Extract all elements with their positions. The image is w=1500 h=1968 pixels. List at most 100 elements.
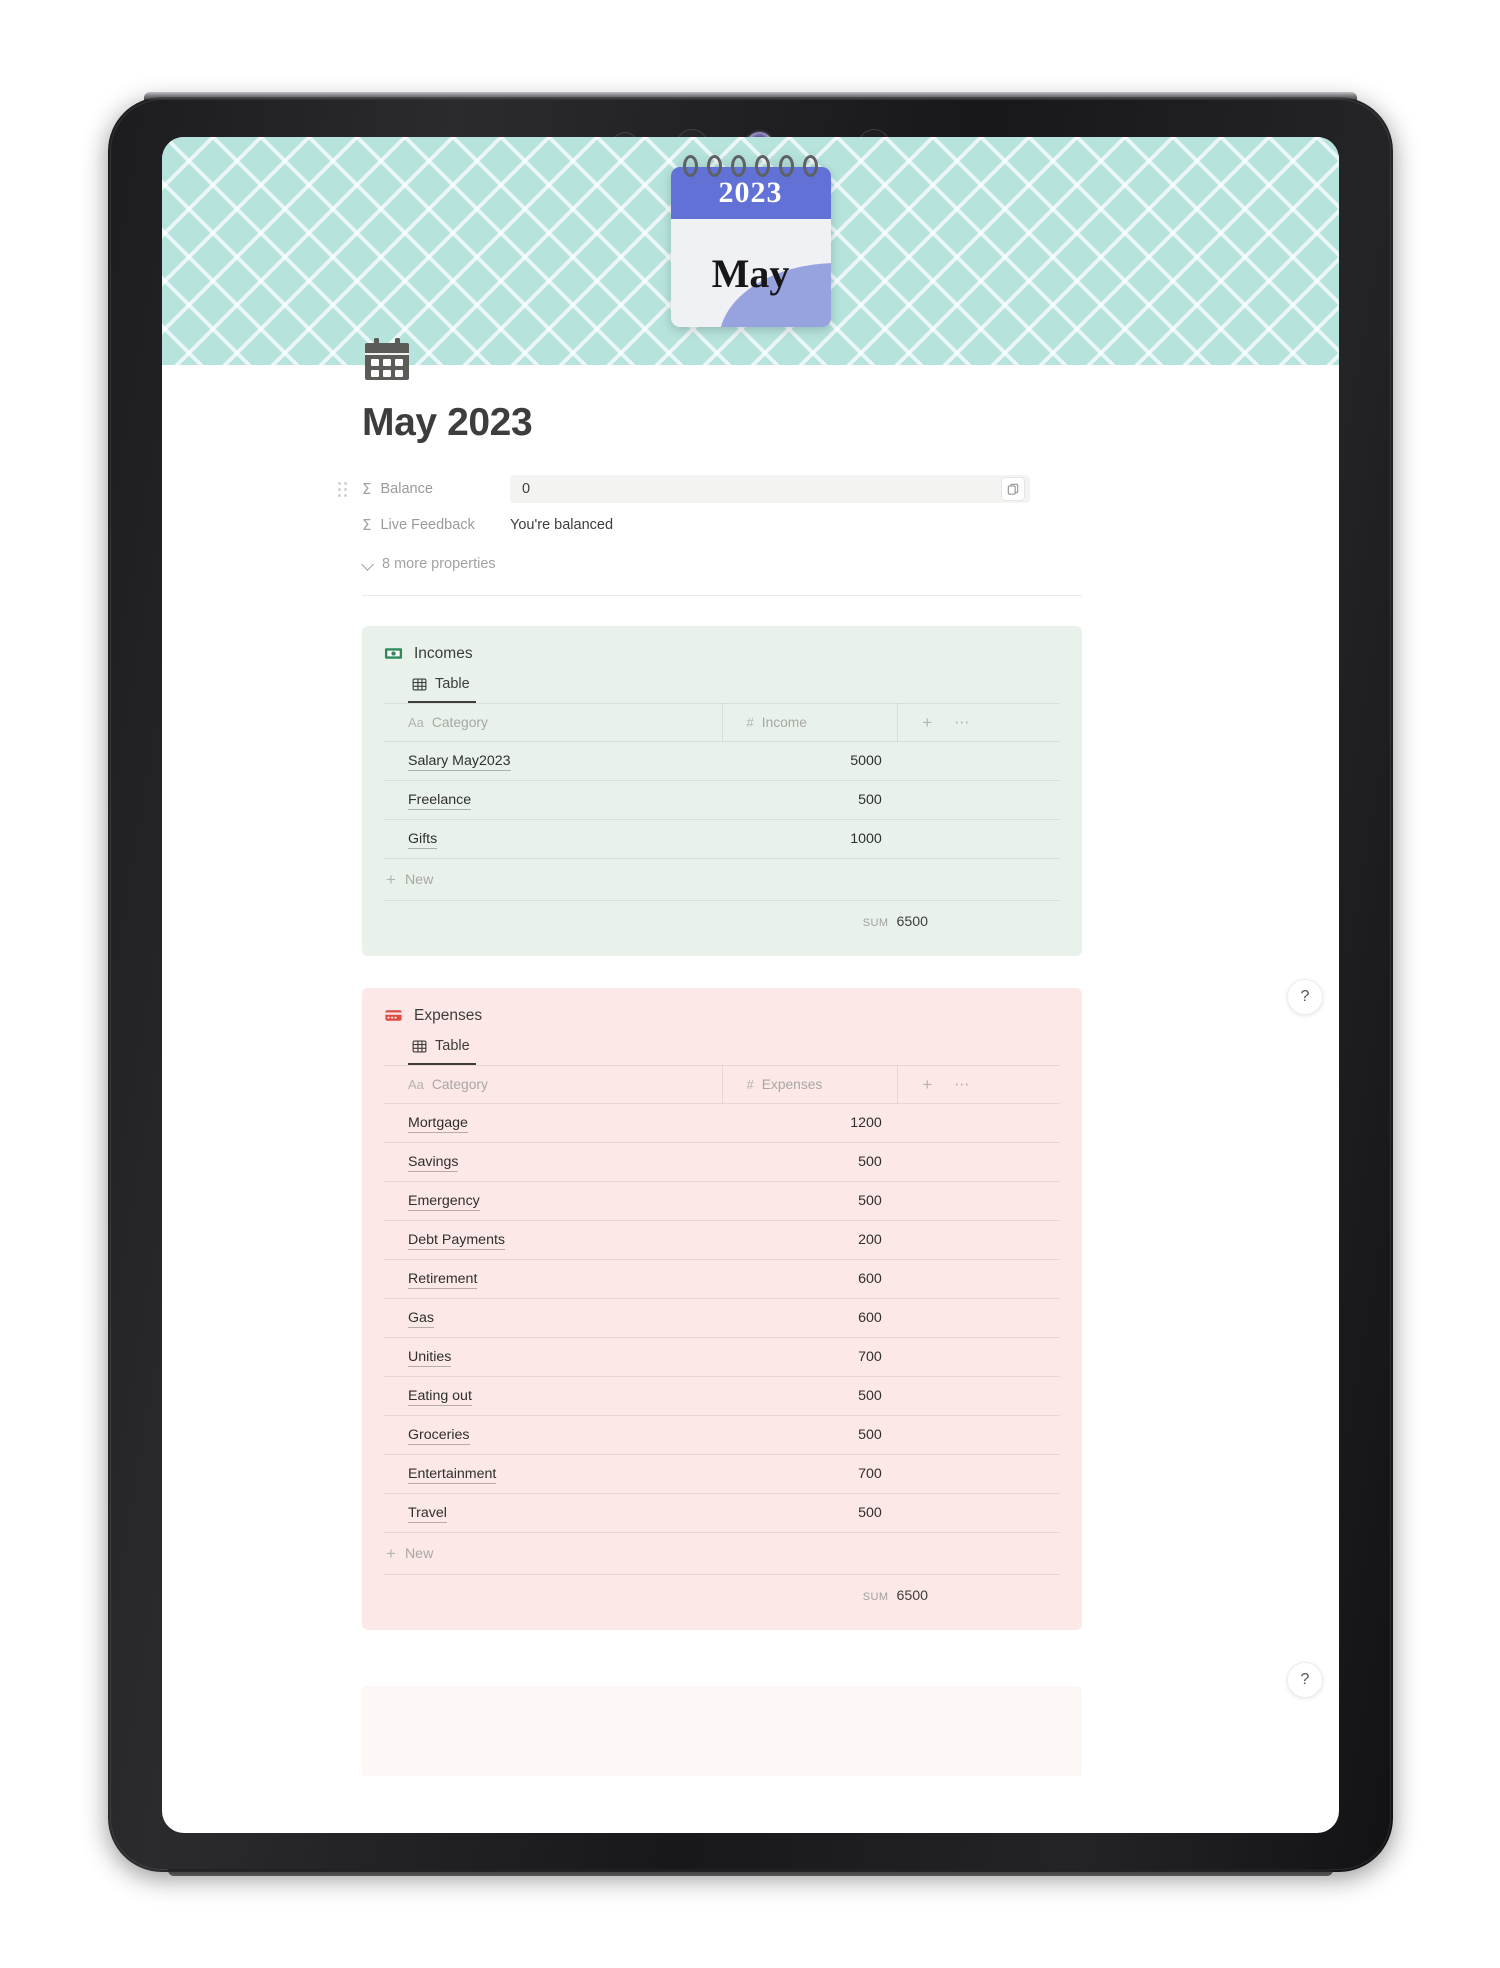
banknote-icon bbox=[384, 648, 403, 659]
cell-value[interactable]: 500 bbox=[722, 780, 898, 820]
table-row[interactable]: Debt Payments 200 bbox=[384, 1220, 1060, 1260]
calendar-ring-icon bbox=[730, 155, 746, 177]
cell-value[interactable]: 1200 bbox=[722, 1103, 898, 1143]
column-header-category[interactable]: Aa Category bbox=[384, 703, 723, 742]
property-label-text: Balance bbox=[380, 481, 433, 497]
property-row-live-feedback[interactable]: Σ Live Feedback You're balanced bbox=[362, 507, 1082, 543]
property-row-balance[interactable]: Σ Balance 0 bbox=[338, 471, 1082, 507]
page-cover-banner[interactable]: 2023 May bbox=[162, 137, 1339, 365]
sum-footer-incomes[interactable]: SUM 6500 bbox=[384, 901, 1060, 930]
table-row[interactable]: Savings 500 bbox=[384, 1142, 1060, 1182]
database-block-incomes: Incomes Table Aa Category # Income + ⋯ S… bbox=[362, 626, 1082, 956]
page-properties: Σ Balance 0 Σ Live Feedback You're balan… bbox=[338, 471, 1082, 596]
cell-value[interactable]: 500 bbox=[722, 1493, 898, 1533]
balance-field[interactable]: 0 bbox=[510, 475, 1030, 503]
device-top-edge bbox=[144, 92, 1357, 100]
cell-value[interactable]: 700 bbox=[722, 1454, 898, 1494]
table-row[interactable]: Gifts 1000 bbox=[384, 819, 1060, 859]
table-row[interactable]: Salary May2023 5000 bbox=[384, 741, 1060, 781]
calendar-body: 2023 May bbox=[670, 167, 831, 327]
help-button-label: ? bbox=[1300, 1671, 1310, 1688]
cell-category[interactable]: Unities bbox=[384, 1337, 722, 1377]
cell-category[interactable]: Salary May2023 bbox=[384, 741, 722, 781]
cell-category[interactable]: Entertainment bbox=[384, 1454, 722, 1494]
calendar-year-label: 2023 bbox=[718, 176, 783, 209]
ellipsis-icon[interactable]: ⋯ bbox=[954, 715, 970, 730]
ellipsis-icon[interactable]: ⋯ bbox=[954, 1077, 970, 1092]
property-value-live-feedback: You're balanced bbox=[510, 517, 614, 533]
plus-icon[interactable]: + bbox=[922, 714, 932, 731]
help-button-label: ? bbox=[1300, 988, 1310, 1005]
table-row[interactable]: Travel 500 bbox=[384, 1493, 1060, 1533]
sum-footer-expenses[interactable]: SUM 6500 bbox=[384, 1575, 1060, 1604]
calendar-ring-icon bbox=[779, 155, 795, 177]
database-title-expenses[interactable]: Expenses bbox=[414, 1007, 482, 1025]
tab-table-incomes[interactable]: Table bbox=[408, 673, 476, 703]
new-row-button-expenses[interactable]: + New bbox=[384, 1533, 1060, 1575]
column-header-label: Expenses bbox=[761, 1077, 823, 1092]
cell-category[interactable]: Groceries bbox=[384, 1415, 722, 1455]
cell-value[interactable]: 500 bbox=[722, 1376, 898, 1416]
more-properties-toggle[interactable]: 8 more properties bbox=[362, 547, 1082, 581]
cell-category[interactable]: Freelance bbox=[384, 780, 722, 820]
database-title-incomes[interactable]: Incomes bbox=[414, 645, 473, 663]
new-row-button-incomes[interactable]: + New bbox=[384, 859, 1060, 901]
table-body-expenses: Mortgage 1200 Savings 500 Emergency 500 … bbox=[384, 1103, 1060, 1533]
cell-value[interactable]: 600 bbox=[722, 1298, 898, 1338]
tab-table-expenses[interactable]: Table bbox=[408, 1035, 476, 1065]
column-header-expenses[interactable]: # Expenses bbox=[722, 1065, 899, 1104]
cell-value[interactable]: 600 bbox=[722, 1259, 898, 1299]
page-body: May 2023 Σ Balance 0 Σ Live Feedback You… bbox=[162, 338, 1339, 1816]
property-label-live-feedback[interactable]: Σ Live Feedback bbox=[362, 517, 510, 533]
cell-category[interactable]: Gas bbox=[384, 1298, 722, 1338]
plus-icon[interactable]: + bbox=[922, 1076, 932, 1093]
cell-category[interactable]: Debt Payments bbox=[384, 1220, 722, 1260]
cell-category[interactable]: Retirement bbox=[384, 1259, 722, 1299]
calendar-cover-graphic: 2023 May bbox=[670, 155, 831, 327]
cell-category[interactable]: Eating out bbox=[384, 1376, 722, 1416]
new-row-label: New bbox=[404, 1545, 434, 1562]
table-row[interactable]: Gas 600 bbox=[384, 1298, 1060, 1338]
table-row[interactable]: Eating out 500 bbox=[384, 1376, 1060, 1416]
cell-value[interactable]: 500 bbox=[722, 1415, 898, 1455]
more-properties-label: 8 more properties bbox=[382, 556, 496, 572]
cell-value[interactable]: 200 bbox=[722, 1220, 898, 1260]
property-label-balance[interactable]: Σ Balance bbox=[362, 481, 510, 497]
table-row[interactable]: Unities 700 bbox=[384, 1337, 1060, 1377]
tab-label: Table bbox=[435, 1038, 470, 1054]
cell-category[interactable]: Gifts bbox=[384, 819, 722, 859]
help-button-bottom[interactable]: ? bbox=[1287, 1662, 1323, 1698]
cell-empty bbox=[897, 1415, 1060, 1455]
cell-value[interactable]: 700 bbox=[722, 1337, 898, 1377]
page-calendar-icon[interactable] bbox=[362, 337, 412, 383]
column-header-label: Income bbox=[761, 715, 807, 730]
text-type-icon: Aa bbox=[408, 715, 424, 730]
table-row[interactable]: Emergency 500 bbox=[384, 1181, 1060, 1221]
cell-category[interactable]: Savings bbox=[384, 1142, 722, 1182]
table-row[interactable]: Groceries 500 bbox=[384, 1415, 1060, 1455]
table-row[interactable]: Entertainment 700 bbox=[384, 1454, 1060, 1494]
table-row[interactable]: Mortgage 1200 bbox=[384, 1103, 1060, 1143]
cell-empty bbox=[897, 1259, 1060, 1299]
cell-value[interactable]: 1000 bbox=[722, 819, 898, 859]
cell-category[interactable]: Emergency bbox=[384, 1181, 722, 1221]
cell-category[interactable]: Mortgage bbox=[384, 1103, 722, 1143]
drag-handle-icon[interactable] bbox=[338, 482, 352, 497]
column-header-category[interactable]: Aa Category bbox=[384, 1065, 723, 1104]
column-header-income[interactable]: # Income bbox=[722, 703, 899, 742]
cell-value[interactable]: 500 bbox=[722, 1181, 898, 1221]
column-header-label: Category bbox=[431, 1077, 488, 1092]
cell-empty bbox=[897, 1220, 1060, 1260]
table-row[interactable]: Freelance 500 bbox=[384, 780, 1060, 820]
copy-icon[interactable] bbox=[1001, 477, 1025, 501]
chevron-down-icon bbox=[362, 558, 374, 570]
database-header-expenses: Expenses bbox=[384, 1006, 1060, 1025]
page-title[interactable]: May 2023 bbox=[362, 401, 1339, 445]
cell-value[interactable]: 5000 bbox=[722, 741, 898, 781]
calendar-ring-icon bbox=[706, 155, 722, 177]
plus-icon: + bbox=[386, 870, 396, 889]
table-row[interactable]: Retirement 600 bbox=[384, 1259, 1060, 1299]
cell-category[interactable]: Travel bbox=[384, 1493, 722, 1533]
cell-value[interactable]: 500 bbox=[722, 1142, 898, 1182]
help-button-top[interactable]: ? bbox=[1287, 979, 1323, 1015]
